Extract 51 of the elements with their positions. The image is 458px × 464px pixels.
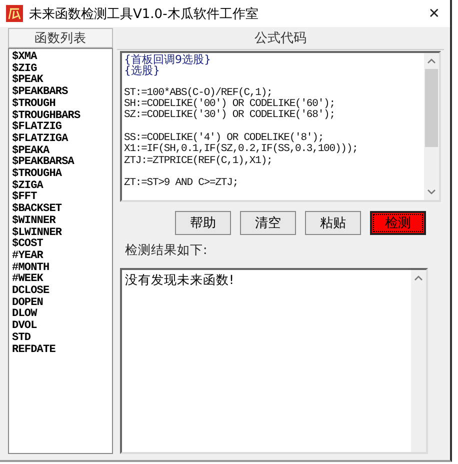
scroll-up-icon[interactable]	[414, 275, 423, 281]
close-button[interactable]: ✕	[424, 6, 444, 22]
list-item[interactable]: REFDATE	[12, 344, 112, 356]
list-item[interactable]: $BACKSET	[12, 204, 112, 216]
list-item[interactable]: DCLOSE	[12, 286, 112, 298]
code-comment: {首板回调9选股}	[124, 54, 212, 66]
list-item[interactable]: STD	[12, 332, 112, 345]
list-item[interactable]: $TROUGHBARS	[12, 110, 112, 122]
code-line: ST:=100*ABS(C-O)/REF(C,1);	[124, 88, 272, 99]
list-item[interactable]: $PEAK	[12, 75, 112, 88]
list-item[interactable]: $FLATZIGA	[12, 134, 112, 146]
list-item[interactable]: #YEAR	[12, 250, 112, 263]
scrollbar[interactable]	[411, 270, 426, 452]
column-header: 函数列表	[8, 28, 113, 48]
scrollbar[interactable]	[424, 53, 439, 200]
code-line: SZ:=CODELIKE('30') OR CODELIKE('68');	[124, 110, 336, 122]
result-label: 检测结果如下:	[125, 242, 208, 257]
list-item[interactable]: #WEEK	[12, 274, 112, 286]
list-item[interactable]: $PEAKA	[12, 146, 112, 158]
list-item[interactable]: $FFT	[12, 192, 112, 204]
code-line: ZTJ:=ZTPRICE(REF(C,1),X1);	[124, 156, 274, 167]
code-line: X1:=IF(SH,0.1,IF(SZ,0.2,IF(SS,0.3,100)));	[124, 144, 359, 156]
column-header: 公式代码	[117, 28, 444, 50]
action-button[interactable]: 检测	[370, 211, 426, 235]
list-item[interactable]: DOPEN	[12, 298, 112, 310]
list-item[interactable]: $ZIGA	[12, 180, 112, 192]
scroll-up-icon[interactable]	[427, 58, 436, 64]
list-item[interactable]: $WINNER	[12, 216, 112, 228]
list-item[interactable]: $FLATZIG	[12, 122, 112, 134]
list-item[interactable]: DLOW	[12, 309, 112, 322]
list-item[interactable]: $TROUGHA	[12, 169, 112, 181]
action-button[interactable]: 清空	[240, 211, 296, 235]
code-comment: {选股}	[124, 65, 160, 77]
window-title: 未来函数检测工具V1.0-木瓜软件工作室	[29, 6, 260, 22]
list-item[interactable]: $PEAKBARS	[12, 87, 112, 99]
list-item[interactable]: $XMA	[12, 52, 112, 64]
list-item[interactable]: $PEAKBARSA	[12, 157, 112, 170]
result-text: 没有发现未来函数!	[125, 272, 234, 287]
list-item[interactable]: $COST	[12, 239, 112, 251]
list-item[interactable]: #MONTH	[12, 262, 112, 274]
action-button[interactable]: 帮助	[175, 211, 231, 235]
code-editor[interactable]	[120, 51, 441, 202]
list-item[interactable]: DVOL	[12, 321, 112, 333]
list-item[interactable]: $ZIG	[12, 64, 112, 76]
scroll-down-icon[interactable]	[427, 189, 436, 195]
list-item[interactable]: $TROUGH	[12, 98, 112, 111]
action-button[interactable]: 粘贴	[305, 211, 361, 235]
list-item[interactable]: $LWINNER	[12, 228, 112, 240]
code-line: SH:=CODELIKE('00') OR CODELIKE('60');	[124, 99, 336, 110]
code-line: SS:=CODELIKE('4') OR CODELIKE('8');	[124, 133, 324, 144]
code-line: ZT:=ST>9 AND C>=ZTJ;	[124, 178, 240, 190]
